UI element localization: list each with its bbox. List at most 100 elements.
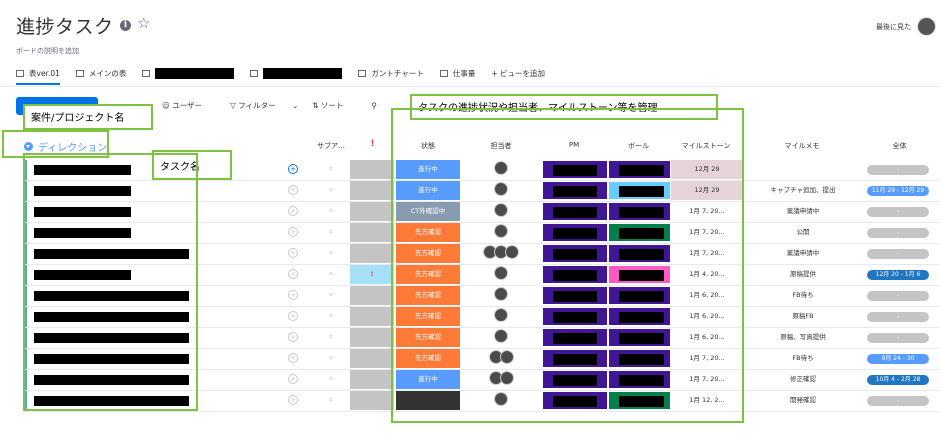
timeline-pill: 10月 4 - 2月 28 xyxy=(867,375,929,385)
tab-main-table[interactable]: メインの表 xyxy=(75,64,127,82)
sort-button[interactable]: ⇅ ソート xyxy=(312,100,357,111)
priority-cell[interactable] xyxy=(350,307,394,326)
add-update-icon[interactable]: + xyxy=(288,227,298,237)
column-header-timeline[interactable]: 全体 xyxy=(862,141,937,151)
subitems-icon[interactable]: ⌗ xyxy=(329,333,337,341)
tab-label: 表ver.01 xyxy=(29,68,60,78)
table-icon xyxy=(250,69,259,77)
add-update-icon[interactable]: + xyxy=(288,164,298,174)
timeline-cell[interactable]: 9月 24 - 30 xyxy=(863,349,938,368)
add-update-icon[interactable]: + xyxy=(288,332,298,342)
memo-cell[interactable]: 原稿提供 xyxy=(743,265,863,284)
callout-text: 案件/プロジェクト名 xyxy=(31,113,125,124)
view-tabs: 表ver.01 メインの表 ガントチャート 仕事量 + ビューを追加 xyxy=(16,64,561,85)
subitems-icon[interactable]: ⌗ xyxy=(329,375,337,383)
add-update-icon[interactable]: + xyxy=(288,206,298,216)
timeline-pill: 11月 29 - 12月 29 xyxy=(867,186,929,196)
tab-workload[interactable]: 仕事量 xyxy=(439,64,475,82)
timeline-cell[interactable]: - xyxy=(863,160,938,179)
add-update-icon[interactable]: + xyxy=(288,185,298,195)
memo-cell[interactable]: 修正確認 xyxy=(743,370,863,389)
person-filter-button[interactable]: ☺ ユーザー xyxy=(162,100,216,111)
timeline-cell[interactable]: - xyxy=(863,223,938,242)
timeline-pill: - xyxy=(867,228,929,238)
priority-cell[interactable] xyxy=(350,286,394,305)
gantt-icon xyxy=(358,69,367,77)
table-icon xyxy=(142,69,151,77)
add-view-button[interactable]: + ビューを追加 xyxy=(491,64,545,82)
timeline-cell[interactable]: - xyxy=(863,307,938,326)
tab-redacted-1[interactable] xyxy=(142,64,235,82)
subitems-icon[interactable]: ⌗ xyxy=(329,207,337,215)
board-title[interactable]: 進捗タスク xyxy=(16,12,114,39)
memo-cell[interactable]: 稟議申請中 xyxy=(743,202,863,221)
memo-cell[interactable]: 稟議申請中 xyxy=(743,244,863,263)
add-update-icon[interactable]: + xyxy=(288,374,298,384)
subitems-icon[interactable]: ⌗ xyxy=(329,396,337,404)
memo-cell[interactable]: FB待ち xyxy=(743,286,863,305)
tab-gantt[interactable]: ガントチャート xyxy=(358,64,424,82)
add-update-icon[interactable]: + xyxy=(288,248,298,258)
timeline-cell[interactable]: 11月 29 - 12月 29 xyxy=(863,181,938,200)
subitems-icon[interactable]: ⌗ xyxy=(329,354,337,362)
timeline-cell[interactable]: 12月 20 - 1月 6 xyxy=(863,265,938,284)
column-header-priority[interactable]: ! xyxy=(350,139,395,149)
priority-cell[interactable] xyxy=(350,223,394,242)
tab-redacted-2[interactable] xyxy=(250,64,343,82)
priority-cell[interactable] xyxy=(350,370,394,389)
info-icon[interactable]: i xyxy=(120,20,131,31)
table-icon xyxy=(16,69,24,77)
board-description[interactable]: ボードの説明を追加 xyxy=(16,46,79,56)
column-header-memo[interactable]: マイルメモ xyxy=(742,141,862,151)
subitems-icon[interactable]: ⌗ xyxy=(329,228,337,236)
avatar[interactable] xyxy=(917,17,936,36)
priority-cell[interactable]: ! xyxy=(350,265,394,284)
memo-cell[interactable]: 原稿、写真提供 xyxy=(743,328,863,347)
priority-cell[interactable] xyxy=(350,160,394,179)
timeline-cell[interactable]: - xyxy=(863,244,938,263)
column-header-subitems[interactable]: サブア… xyxy=(312,141,350,151)
priority-cell[interactable] xyxy=(350,181,394,200)
add-update-icon[interactable]: + xyxy=(288,395,298,405)
sort-label: ソート xyxy=(320,101,344,110)
subitems-icon[interactable]: ⌗ xyxy=(329,270,337,278)
tab-table-ver01[interactable]: 表ver.01 xyxy=(16,64,60,85)
filter-button[interactable]: ▽ フィルター ⌄ xyxy=(230,100,298,111)
timeline-pill: - xyxy=(867,249,929,259)
subitems-icon[interactable]: ⌗ xyxy=(329,165,337,173)
priority-cell[interactable] xyxy=(350,202,394,221)
timeline-cell[interactable]: - xyxy=(863,286,938,305)
timeline-cell[interactable]: - xyxy=(863,391,938,410)
add-update-icon[interactable]: + xyxy=(288,290,298,300)
redacted-label xyxy=(155,67,235,79)
memo-cell[interactable]: キャプチャ追加、提出 xyxy=(743,181,863,200)
subitems-icon[interactable]: ⌗ xyxy=(329,291,337,299)
table-icon xyxy=(75,69,84,77)
priority-cell[interactable] xyxy=(350,391,394,410)
priority-cell[interactable] xyxy=(350,349,394,368)
memo-cell[interactable]: 原稿FB xyxy=(743,307,863,326)
priority-cell[interactable] xyxy=(350,328,394,347)
timeline-cell[interactable]: - xyxy=(863,328,938,347)
add-update-icon[interactable]: + xyxy=(288,353,298,363)
subitems-icon[interactable]: ⌗ xyxy=(329,312,337,320)
divider xyxy=(0,86,940,87)
timeline-pill: - xyxy=(867,291,929,301)
priority-cell[interactable] xyxy=(350,244,394,263)
add-update-icon[interactable]: + xyxy=(288,269,298,279)
star-icon[interactable]: ☆ xyxy=(137,14,150,32)
timeline-cell[interactable]: 10月 4 - 2月 28 xyxy=(863,370,938,389)
memo-cell[interactable]: 開発確認 xyxy=(743,391,863,410)
memo-cell[interactable]: FB待ち xyxy=(743,349,863,368)
timeline-pill: - xyxy=(867,312,929,322)
add-update-icon[interactable]: + xyxy=(288,311,298,321)
tab-label: メインの表 xyxy=(88,68,127,78)
memo-cell[interactable]: 公開 xyxy=(743,223,863,242)
timeline-cell[interactable]: - xyxy=(863,202,938,221)
subitems-icon[interactable]: ⌗ xyxy=(329,186,337,194)
memo-cell[interactable] xyxy=(743,160,863,179)
timeline-pill: 9月 24 - 30 xyxy=(867,354,929,364)
redacted-label xyxy=(263,67,343,79)
subitems-icon[interactable]: ⌗ xyxy=(329,249,337,257)
pin-icon[interactable]: ⚲ xyxy=(371,101,377,110)
